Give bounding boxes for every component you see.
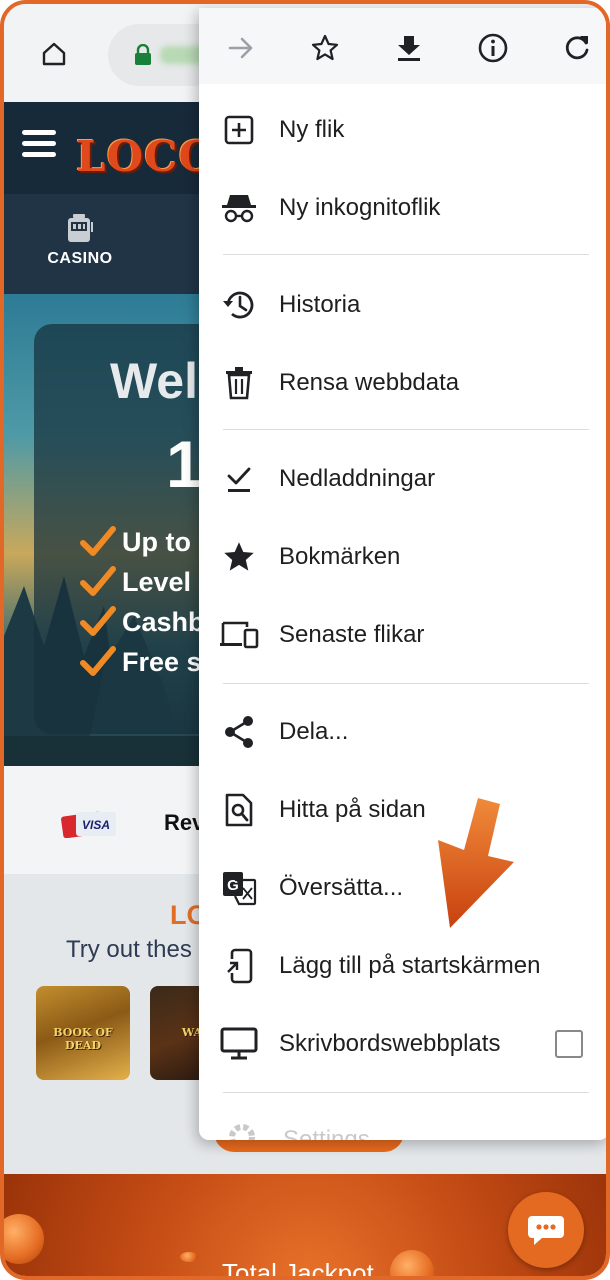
reload-button[interactable] — [557, 28, 597, 68]
coin-decoration — [4, 1214, 44, 1264]
nav-item-casino-label: CASINO — [47, 250, 113, 267]
menu-item-bookmarks[interactable]: Bokmärken — [199, 522, 606, 592]
menu-item-label: Nedladdningar — [279, 465, 436, 492]
slot-machine-icon — [68, 214, 93, 242]
site-logo[interactable]: LOCO — [76, 132, 216, 181]
menu-item-label: Dela... — [279, 718, 349, 745]
menu-item-find-in-page[interactable]: Hitta på sidan — [199, 775, 606, 845]
home-button[interactable] — [34, 34, 74, 74]
incognito-icon — [219, 190, 259, 226]
bookmark-star-icon — [311, 34, 339, 61]
game-thumb-label: BOOK OF DEAD — [53, 1026, 113, 1052]
menu-item-translate[interactable]: G Översätta... — [199, 853, 606, 923]
menu-divider — [223, 683, 589, 684]
live-chat-button[interactable] — [508, 1192, 584, 1268]
menu-divider — [223, 254, 589, 255]
home-icon — [42, 42, 66, 66]
menu-item-label: Rensa webbdata — [279, 369, 460, 396]
hero-benefit-item: Up to — [80, 522, 205, 562]
trash-icon — [219, 365, 259, 401]
new-tab-icon — [219, 112, 259, 148]
history-icon — [219, 287, 259, 323]
hero-benefit-text: Free s — [122, 646, 202, 677]
bookmark-page-button[interactable] — [305, 28, 345, 68]
menu-item-label: Skrivbordswebbplats — [279, 1030, 501, 1057]
download-icon — [398, 36, 420, 61]
coin-decoration — [390, 1250, 434, 1276]
menu-item-share[interactable]: Dela... — [199, 697, 606, 767]
lock-icon — [135, 44, 151, 65]
share-icon — [219, 714, 259, 750]
forward-button[interactable] — [221, 28, 261, 68]
nav-item-casino[interactable]: CASINO — [34, 212, 126, 282]
menu-item-label: Hitta på sidan — [279, 796, 426, 823]
check-icon — [80, 526, 116, 556]
menu-divider — [223, 1092, 589, 1093]
menu-item-desktop-site[interactable]: Skrivbordswebbplats — [199, 1009, 606, 1079]
forward-icon — [228, 37, 253, 59]
menu-item-settings-peek[interactable]: Settings — [283, 1126, 370, 1140]
browser-overflow-menu: Ny flik Ny inkognitoflik Historia Rensa … — [199, 8, 606, 1140]
games-section-subtitle: Try out thes — [66, 936, 192, 963]
menu-item-clear-browsing-data[interactable]: Rensa webbdata — [199, 348, 606, 418]
menu-item-label: Historia — [279, 291, 361, 318]
devices-icon — [219, 617, 259, 653]
check-icon — [80, 566, 116, 596]
desktop-site-checkbox[interactable] — [555, 1030, 583, 1058]
coin-decoration — [180, 1252, 198, 1262]
menu-item-label: Senaste flikar — [279, 621, 425, 648]
add-to-homescreen-icon — [219, 948, 259, 984]
gear-icon — [229, 1124, 255, 1140]
hero-benefits-list: Up to Level Cashb Free s — [80, 522, 205, 682]
menu-item-new-tab[interactable]: Ny flik — [199, 95, 606, 165]
translate-icon: G — [219, 870, 259, 906]
reload-icon — [565, 36, 589, 60]
guide-arrow-overlay — [438, 798, 514, 928]
menu-toolbar — [199, 8, 606, 84]
chat-bubble-icon — [528, 1216, 564, 1245]
downloads-icon — [219, 461, 259, 497]
hero-benefit-text: Up to — [122, 526, 191, 557]
jackpot-label: Total Jackpot — [222, 1258, 374, 1280]
svg-text:VISA: VISA — [82, 818, 110, 832]
visa-card-logo: VISA — [61, 811, 116, 838]
hero-title: Wel — [110, 353, 198, 409]
hero-benefit-text: Level — [122, 566, 192, 597]
check-icon — [80, 646, 116, 676]
menu-item-recent-tabs[interactable]: Senaste flikar — [199, 600, 606, 670]
menu-item-label: Bokmärken — [279, 543, 401, 570]
device-frame: LOCO CASINO Wel 1 Up to Level Cashb Free… — [0, 0, 610, 1280]
game-thumb-book-of-dead[interactable]: BOOK OF DEAD — [36, 986, 130, 1080]
desktop-icon — [219, 1026, 259, 1062]
menu-item-new-incognito-tab[interactable]: Ny inkognitoflik — [199, 173, 606, 243]
menu-item-downloads[interactable]: Nedladdningar — [199, 444, 606, 514]
menu-divider — [223, 429, 589, 430]
hero-benefit-item: Cashb — [80, 602, 205, 642]
find-in-page-icon — [219, 792, 259, 828]
menu-item-add-to-home-screen[interactable]: Lägg till på startskärmen — [199, 931, 606, 1001]
menu-item-label: Lägg till på startskärmen — [279, 952, 541, 979]
hero-benefit-item: Free s — [80, 642, 205, 682]
hero-benefit-text: Cashb — [122, 606, 205, 637]
hero-bonus-amount: 1 — [166, 427, 203, 501]
page-info-button[interactable] — [473, 28, 513, 68]
info-icon — [478, 33, 508, 63]
bookmarks-star-icon — [219, 539, 259, 575]
menu-item-label: Ny inkognitoflik — [279, 194, 441, 221]
menu-item-label: Ny flik — [279, 116, 345, 143]
hero-benefit-item: Level — [80, 562, 205, 602]
check-icon — [80, 606, 116, 636]
hamburger-menu-icon[interactable] — [22, 130, 56, 160]
menu-item-label: Översätta... — [279, 874, 404, 901]
menu-item-history[interactable]: Historia — [199, 270, 606, 340]
download-page-button[interactable] — [389, 28, 429, 68]
